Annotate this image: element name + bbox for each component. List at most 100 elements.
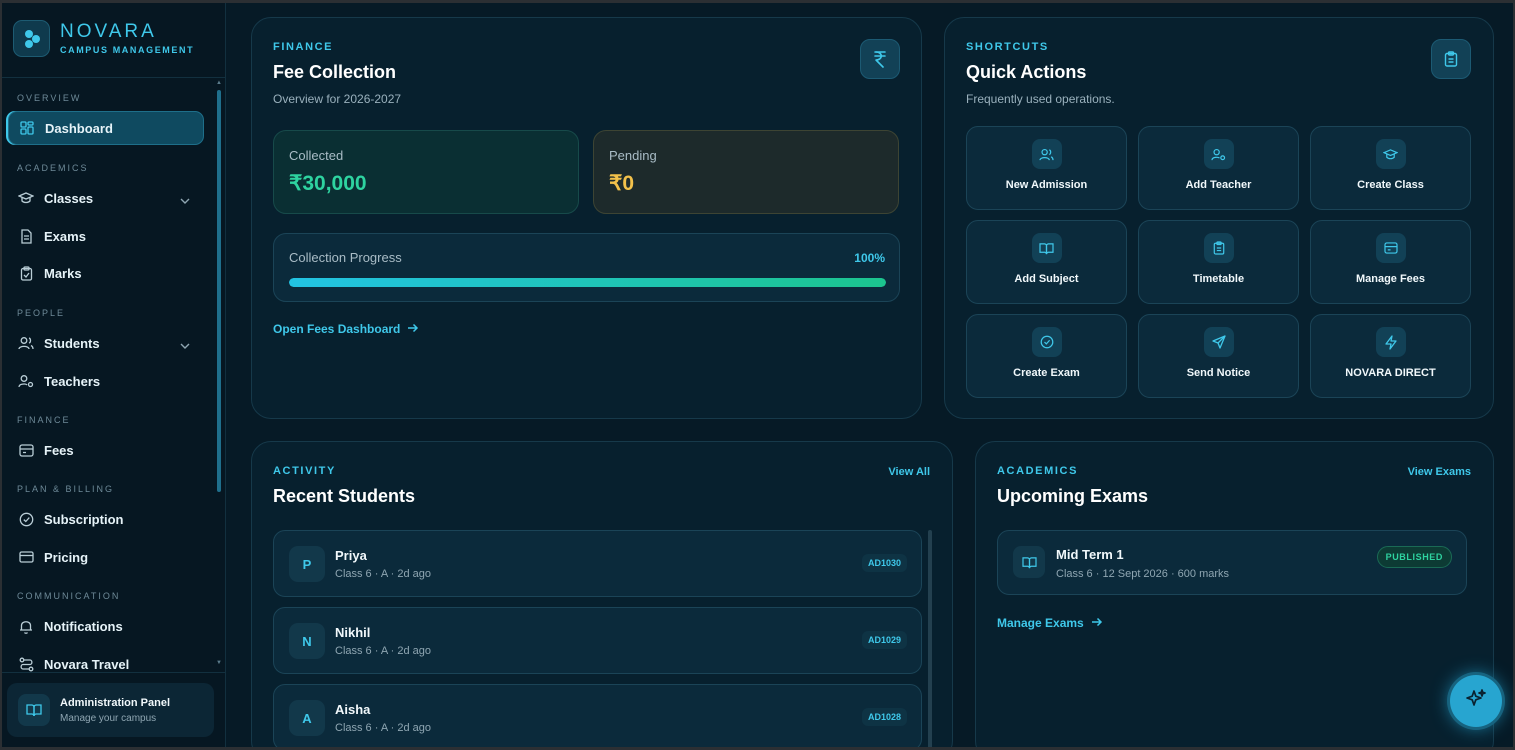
book-open-icon xyxy=(1013,546,1045,578)
recent-students-card: ACTIVITY Recent Students View All P Priy… xyxy=(251,441,953,750)
student-meta: Class 6 · A · 2d ago xyxy=(335,645,431,657)
sidebar-item-fees[interactable]: Fees xyxy=(8,433,204,467)
open-fees-dashboard-link[interactable]: Open Fees Dashboard xyxy=(273,322,419,336)
upcoming-exams-card: ACADEMICS Upcoming Exams View Exams Mid … xyxy=(975,441,1494,750)
sidebar-item-label: Classes xyxy=(44,190,94,206)
action-label: Create Class xyxy=(1357,179,1424,191)
section-title-finance: FINANCE xyxy=(17,415,71,425)
qa-eyebrow: SHORTCUTS xyxy=(966,41,1049,53)
collection-progress: Collection Progress 100% xyxy=(273,233,900,302)
sidebar-scroll-down-arrow[interactable]: ▼ xyxy=(216,660,222,666)
section-title-people: PEOPLE xyxy=(17,308,66,318)
book-open-icon xyxy=(18,694,50,726)
pending-stat: Pending ₹0 xyxy=(593,130,899,214)
avatar: A xyxy=(289,700,325,736)
chevron-down-icon[interactable] xyxy=(180,337,190,352)
fee-collection-card: FINANCE Fee Collection Overview for 2026… xyxy=(251,17,922,419)
student-row[interactable]: N Nikhil Class 6 · A · 2d ago AD1029 xyxy=(273,607,922,674)
action-timetable[interactable]: Timetable xyxy=(1138,220,1299,304)
bell-icon xyxy=(18,618,34,634)
sidebar-item-label: Exams xyxy=(44,228,86,244)
route-icon xyxy=(18,656,34,672)
users-icon xyxy=(18,335,34,351)
sidebar-item-teachers[interactable]: Teachers xyxy=(8,364,204,398)
action-label: New Admission xyxy=(1005,179,1088,191)
credit-card-icon xyxy=(18,549,34,565)
section-title-academics: ACADEMICS xyxy=(17,163,89,173)
grid-icon xyxy=(19,120,35,136)
students-title: Recent Students xyxy=(273,486,416,506)
sidebar-item-label: Dashboard xyxy=(45,120,113,136)
action-create-exam[interactable]: Create Exam xyxy=(966,314,1127,398)
progress-bar-fill xyxy=(289,278,886,287)
student-row[interactable]: P Priya Class 6 · A · 2d ago AD1030 xyxy=(273,530,922,597)
action-send-notice[interactable]: Send Notice xyxy=(1138,314,1299,398)
avatar: P xyxy=(289,546,325,582)
sidebar-scrollbar[interactable] xyxy=(217,90,221,492)
exam-row[interactable]: Mid Term 1 Class 6 · 12 Sept 2026 · 600 … xyxy=(997,530,1467,595)
student-id-badge: AD1029 xyxy=(861,631,907,649)
wallet-icon xyxy=(1375,233,1406,263)
ai-assistant-button[interactable] xyxy=(1450,675,1502,727)
send-icon xyxy=(1203,327,1234,357)
brand-subtitle: CAMPUS MANAGEMENT xyxy=(60,45,195,55)
pending-label: Pending xyxy=(609,148,657,163)
sidebar-item-marks[interactable]: Marks xyxy=(8,256,204,290)
brand[interactable]: NOVARA CAMPUS MANAGEMENT xyxy=(0,0,225,78)
action-new-admission[interactable]: New Admission xyxy=(966,126,1127,210)
sidebar-item-label: Marks xyxy=(44,265,82,281)
admin-panel-card[interactable]: Administration Panel Manage your campus xyxy=(7,683,214,737)
sidebar-item-notifications[interactable]: Notifications xyxy=(8,609,204,643)
action-novara-direct[interactable]: NOVARA DIRECT xyxy=(1310,314,1471,398)
sidebar-item-label: Students xyxy=(44,335,100,351)
students-scrollbar[interactable] xyxy=(928,530,932,750)
student-row[interactable]: A Aisha Class 6 · A · 2d ago AD1028 xyxy=(273,684,922,750)
sidebar-item-exams[interactable]: Exams xyxy=(8,219,204,253)
pending-value: ₹0 xyxy=(609,172,635,195)
exam-meta: Class 6 · 12 Sept 2026 · 600 marks xyxy=(1056,568,1230,580)
collected-value: ₹30,000 xyxy=(289,172,367,195)
wallet-icon xyxy=(18,442,34,458)
section-title-plan-billing: PLAN & BILLING xyxy=(17,484,115,494)
chevron-down-icon[interactable] xyxy=(180,192,190,207)
exam-name: Mid Term 1 xyxy=(1056,547,1124,562)
student-name: Priya xyxy=(335,548,367,563)
student-id-badge: AD1030 xyxy=(861,554,907,572)
sidebar-item-novara-travel[interactable]: Novara Travel xyxy=(8,647,204,672)
view-all-link[interactable]: View All xyxy=(888,466,930,478)
avatar: N xyxy=(289,623,325,659)
view-exams-link[interactable]: View Exams xyxy=(1408,466,1471,478)
exams-eyebrow: ACADEMICS xyxy=(997,465,1079,477)
fee-subtitle: Overview for 2026-2027 xyxy=(273,92,402,106)
document-icon xyxy=(18,228,34,244)
action-add-subject[interactable]: Add Subject xyxy=(966,220,1127,304)
status-badge: PUBLISHED xyxy=(1376,546,1452,568)
rupee-icon xyxy=(860,39,900,79)
action-add-teacher[interactable]: Add Teacher xyxy=(1138,126,1299,210)
collected-label: Collected xyxy=(289,148,344,163)
action-manage-fees[interactable]: Manage Fees xyxy=(1310,220,1471,304)
sidebar-item-dashboard[interactable]: Dashboard xyxy=(8,111,204,145)
clipboard-icon xyxy=(1431,39,1471,79)
admin-panel-title: Administration Panel xyxy=(60,696,171,709)
sidebar-item-label: Notifications xyxy=(44,618,123,634)
user-gear-icon xyxy=(18,373,34,389)
manage-exams-link[interactable]: Manage Exams xyxy=(997,616,1103,630)
sidebar-item-students[interactable]: Students xyxy=(8,326,204,360)
student-meta: Class 6 · A · 2d ago xyxy=(335,568,431,580)
sidebar-item-subscription[interactable]: Subscription xyxy=(8,502,204,536)
open-fees-dashboard-label: Open Fees Dashboard xyxy=(273,322,401,336)
sidebar-item-label: Fees xyxy=(44,442,74,458)
action-label: Send Notice xyxy=(1186,367,1251,379)
sidebar-item-pricing[interactable]: Pricing xyxy=(8,540,204,574)
sidebar-item-classes[interactable]: Classes xyxy=(8,181,204,215)
admin-panel-subtitle: Manage your campus xyxy=(60,712,157,724)
action-label: Add Subject xyxy=(1014,273,1079,285)
progress-percent: 100% xyxy=(854,251,885,265)
action-create-class[interactable]: Create Class xyxy=(1310,126,1471,210)
manage-exams-label: Manage Exams xyxy=(997,616,1084,630)
qa-title: Quick Actions xyxy=(966,62,1087,82)
exams-title: Upcoming Exams xyxy=(997,486,1149,506)
action-label: NOVARA DIRECT xyxy=(1345,367,1436,379)
sidebar-scroll-up-arrow[interactable]: ▲ xyxy=(216,80,222,86)
